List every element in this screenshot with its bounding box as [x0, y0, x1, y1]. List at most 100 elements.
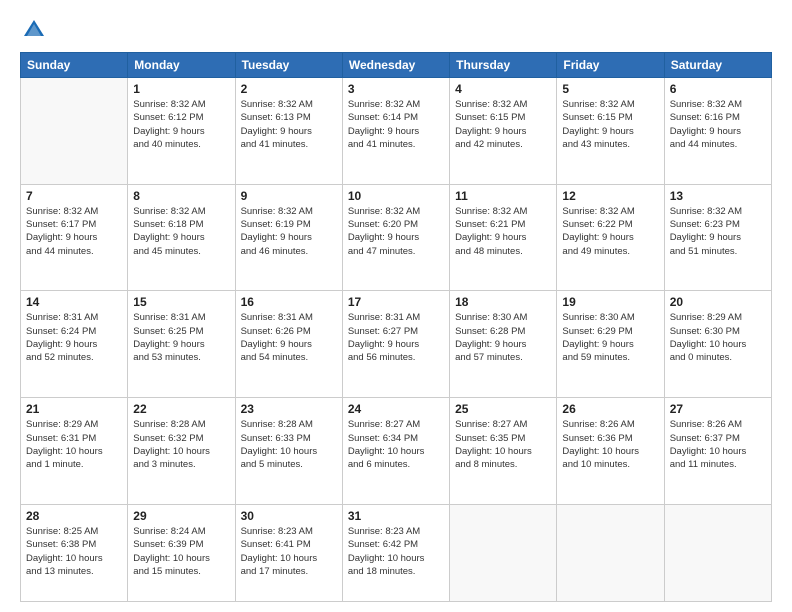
day-info: Sunrise: 8:31 AMSunset: 6:24 PMDaylight:… [26, 311, 122, 364]
day-info: Sunrise: 8:28 AMSunset: 6:33 PMDaylight:… [241, 418, 337, 471]
day-cell: 26 Sunrise: 8:26 AMSunset: 6:36 PMDayligh… [557, 398, 664, 505]
day-cell: 11 Sunrise: 8:32 AMSunset: 6:21 PMDayligh… [450, 184, 557, 291]
col-header-thursday: Thursday [450, 53, 557, 78]
logo [20, 16, 52, 44]
day-cell: 29 Sunrise: 8:24 AMSunset: 6:39 PMDayligh… [128, 504, 235, 601]
day-info: Sunrise: 8:31 AMSunset: 6:27 PMDaylight:… [348, 311, 444, 364]
logo-icon [20, 16, 48, 44]
day-cell: 3Sunrise: 8:32 AMSunset: 6:14 PMDaylight… [342, 78, 449, 185]
day-cell: 22Sunrise: 8:28 AMSunset: 6:32 PMDayligh… [128, 398, 235, 505]
calendar: SundayMondayTuesdayWednesdayThursdayFrid… [20, 52, 772, 602]
day-number: 28 [26, 509, 122, 523]
day-number: 12 [562, 189, 658, 203]
day-cell: 7 Sunrise: 8:32 AMSunset: 6:17 PMDaylight… [21, 184, 128, 291]
day-cell: 14Sunrise: 8:31 AMSunset: 6:24 PMDayligh… [21, 291, 128, 398]
day-cell: 31 Sunrise: 8:23 AMSunset: 6:42 PMDayligh… [342, 504, 449, 601]
day-number: 7 [26, 189, 122, 203]
day-info: Sunrise: 8:32 AMSunset: 6:22 PMDaylight:… [562, 205, 658, 258]
day-cell: 30Sunrise: 8:23 AMSunset: 6:41 PMDayligh… [235, 504, 342, 601]
day-number: 19 [562, 295, 658, 309]
day-info: Sunrise: 8:30 AMSunset: 6:29 PMDaylight:… [562, 311, 658, 364]
day-info: Sunrise: 8:32 AMSunset: 6:12 PMDaylight:… [133, 98, 229, 151]
day-cell [557, 504, 664, 601]
day-number: 15 [133, 295, 229, 309]
day-number: 9 [241, 189, 337, 203]
day-number: 29 [133, 509, 229, 523]
day-info: Sunrise: 8:25 AMSunset: 6:38 PMDaylight:… [26, 525, 122, 578]
day-info: Sunrise: 8:32 AMSunset: 6:15 PMDaylight:… [562, 98, 658, 151]
day-cell: 12 Sunrise: 8:32 AMSunset: 6:22 PMDayligh… [557, 184, 664, 291]
day-info: Sunrise: 8:30 AMSunset: 6:28 PMDaylight:… [455, 311, 551, 364]
day-cell: 4 Sunrise: 8:32 AMSunset: 6:15 PMDaylight… [450, 78, 557, 185]
day-info: Sunrise: 8:27 AMSunset: 6:34 PMDaylight:… [348, 418, 444, 471]
day-number: 17 [348, 295, 444, 309]
day-cell: 18 Sunrise: 8:30 AMSunset: 6:28 PMDayligh… [450, 291, 557, 398]
day-number: 3 [348, 82, 444, 96]
day-info: Sunrise: 8:24 AMSunset: 6:39 PMDaylight:… [133, 525, 229, 578]
day-cell [21, 78, 128, 185]
day-number: 21 [26, 402, 122, 416]
day-cell [664, 504, 771, 601]
day-info: Sunrise: 8:31 AMSunset: 6:26 PMDaylight:… [241, 311, 337, 364]
day-cell: 6 Sunrise: 8:32 AMSunset: 6:16 PMDaylight… [664, 78, 771, 185]
day-number: 20 [670, 295, 766, 309]
day-info: Sunrise: 8:32 AMSunset: 6:17 PMDaylight:… [26, 205, 122, 258]
header [20, 16, 772, 44]
page: SundayMondayTuesdayWednesdayThursdayFrid… [0, 0, 792, 612]
week-row-2: 7 Sunrise: 8:32 AMSunset: 6:17 PMDaylight… [21, 184, 772, 291]
day-number: 23 [241, 402, 337, 416]
day-info: Sunrise: 8:32 AMSunset: 6:23 PMDaylight:… [670, 205, 766, 258]
day-cell: 21 Sunrise: 8:29 AMSunset: 6:31 PMDayligh… [21, 398, 128, 505]
day-info: Sunrise: 8:32 AMSunset: 6:16 PMDaylight:… [670, 98, 766, 151]
day-cell: 25 Sunrise: 8:27 AMSunset: 6:35 PMDayligh… [450, 398, 557, 505]
day-number: 11 [455, 189, 551, 203]
day-number: 8 [133, 189, 229, 203]
day-number: 27 [670, 402, 766, 416]
day-number: 26 [562, 402, 658, 416]
day-cell: 28 Sunrise: 8:25 AMSunset: 6:38 PMDayligh… [21, 504, 128, 601]
col-header-sunday: Sunday [21, 53, 128, 78]
day-number: 4 [455, 82, 551, 96]
day-number: 31 [348, 509, 444, 523]
day-number: 5 [562, 82, 658, 96]
day-number: 6 [670, 82, 766, 96]
day-cell: 17 Sunrise: 8:31 AMSunset: 6:27 PMDayligh… [342, 291, 449, 398]
day-number: 30 [241, 509, 337, 523]
week-row-4: 21 Sunrise: 8:29 AMSunset: 6:31 PMDayligh… [21, 398, 772, 505]
day-cell: 5 Sunrise: 8:32 AMSunset: 6:15 PMDaylight… [557, 78, 664, 185]
day-info: Sunrise: 8:27 AMSunset: 6:35 PMDaylight:… [455, 418, 551, 471]
week-row-1: 1 Sunrise: 8:32 AMSunset: 6:12 PMDaylight… [21, 78, 772, 185]
day-cell: 23 Sunrise: 8:28 AMSunset: 6:33 PMDayligh… [235, 398, 342, 505]
day-info: Sunrise: 8:32 AMSunset: 6:18 PMDaylight:… [133, 205, 229, 258]
col-header-saturday: Saturday [664, 53, 771, 78]
day-cell: 27 Sunrise: 8:26 AMSunset: 6:37 PMDayligh… [664, 398, 771, 505]
day-info: Sunrise: 8:28 AMSunset: 6:32 PMDaylight:… [133, 418, 229, 471]
day-cell: 16 Sunrise: 8:31 AMSunset: 6:26 PMDayligh… [235, 291, 342, 398]
day-info: Sunrise: 8:26 AMSunset: 6:37 PMDaylight:… [670, 418, 766, 471]
day-info: Sunrise: 8:32 AMSunset: 6:21 PMDaylight:… [455, 205, 551, 258]
week-row-5: 28 Sunrise: 8:25 AMSunset: 6:38 PMDayligh… [21, 504, 772, 601]
day-cell: 15Sunrise: 8:31 AMSunset: 6:25 PMDayligh… [128, 291, 235, 398]
day-info: Sunrise: 8:29 AMSunset: 6:30 PMDaylight:… [670, 311, 766, 364]
day-number: 16 [241, 295, 337, 309]
day-info: Sunrise: 8:32 AMSunset: 6:20 PMDaylight:… [348, 205, 444, 258]
week-row-3: 14Sunrise: 8:31 AMSunset: 6:24 PMDayligh… [21, 291, 772, 398]
day-info: Sunrise: 8:23 AMSunset: 6:42 PMDaylight:… [348, 525, 444, 578]
day-number: 24 [348, 402, 444, 416]
day-cell: 13Sunrise: 8:32 AMSunset: 6:23 PMDayligh… [664, 184, 771, 291]
day-number: 2 [241, 82, 337, 96]
day-cell: 9Sunrise: 8:32 AMSunset: 6:19 PMDaylight… [235, 184, 342, 291]
day-cell [450, 504, 557, 601]
day-info: Sunrise: 8:26 AMSunset: 6:36 PMDaylight:… [562, 418, 658, 471]
day-cell: 19 Sunrise: 8:30 AMSunset: 6:29 PMDayligh… [557, 291, 664, 398]
day-info: Sunrise: 8:32 AMSunset: 6:15 PMDaylight:… [455, 98, 551, 151]
day-number: 18 [455, 295, 551, 309]
day-number: 10 [348, 189, 444, 203]
header-row: SundayMondayTuesdayWednesdayThursdayFrid… [21, 53, 772, 78]
col-header-wednesday: Wednesday [342, 53, 449, 78]
day-number: 1 [133, 82, 229, 96]
day-cell: 24 Sunrise: 8:27 AMSunset: 6:34 PMDayligh… [342, 398, 449, 505]
day-number: 25 [455, 402, 551, 416]
day-info: Sunrise: 8:32 AMSunset: 6:13 PMDaylight:… [241, 98, 337, 151]
day-info: Sunrise: 8:29 AMSunset: 6:31 PMDaylight:… [26, 418, 122, 471]
